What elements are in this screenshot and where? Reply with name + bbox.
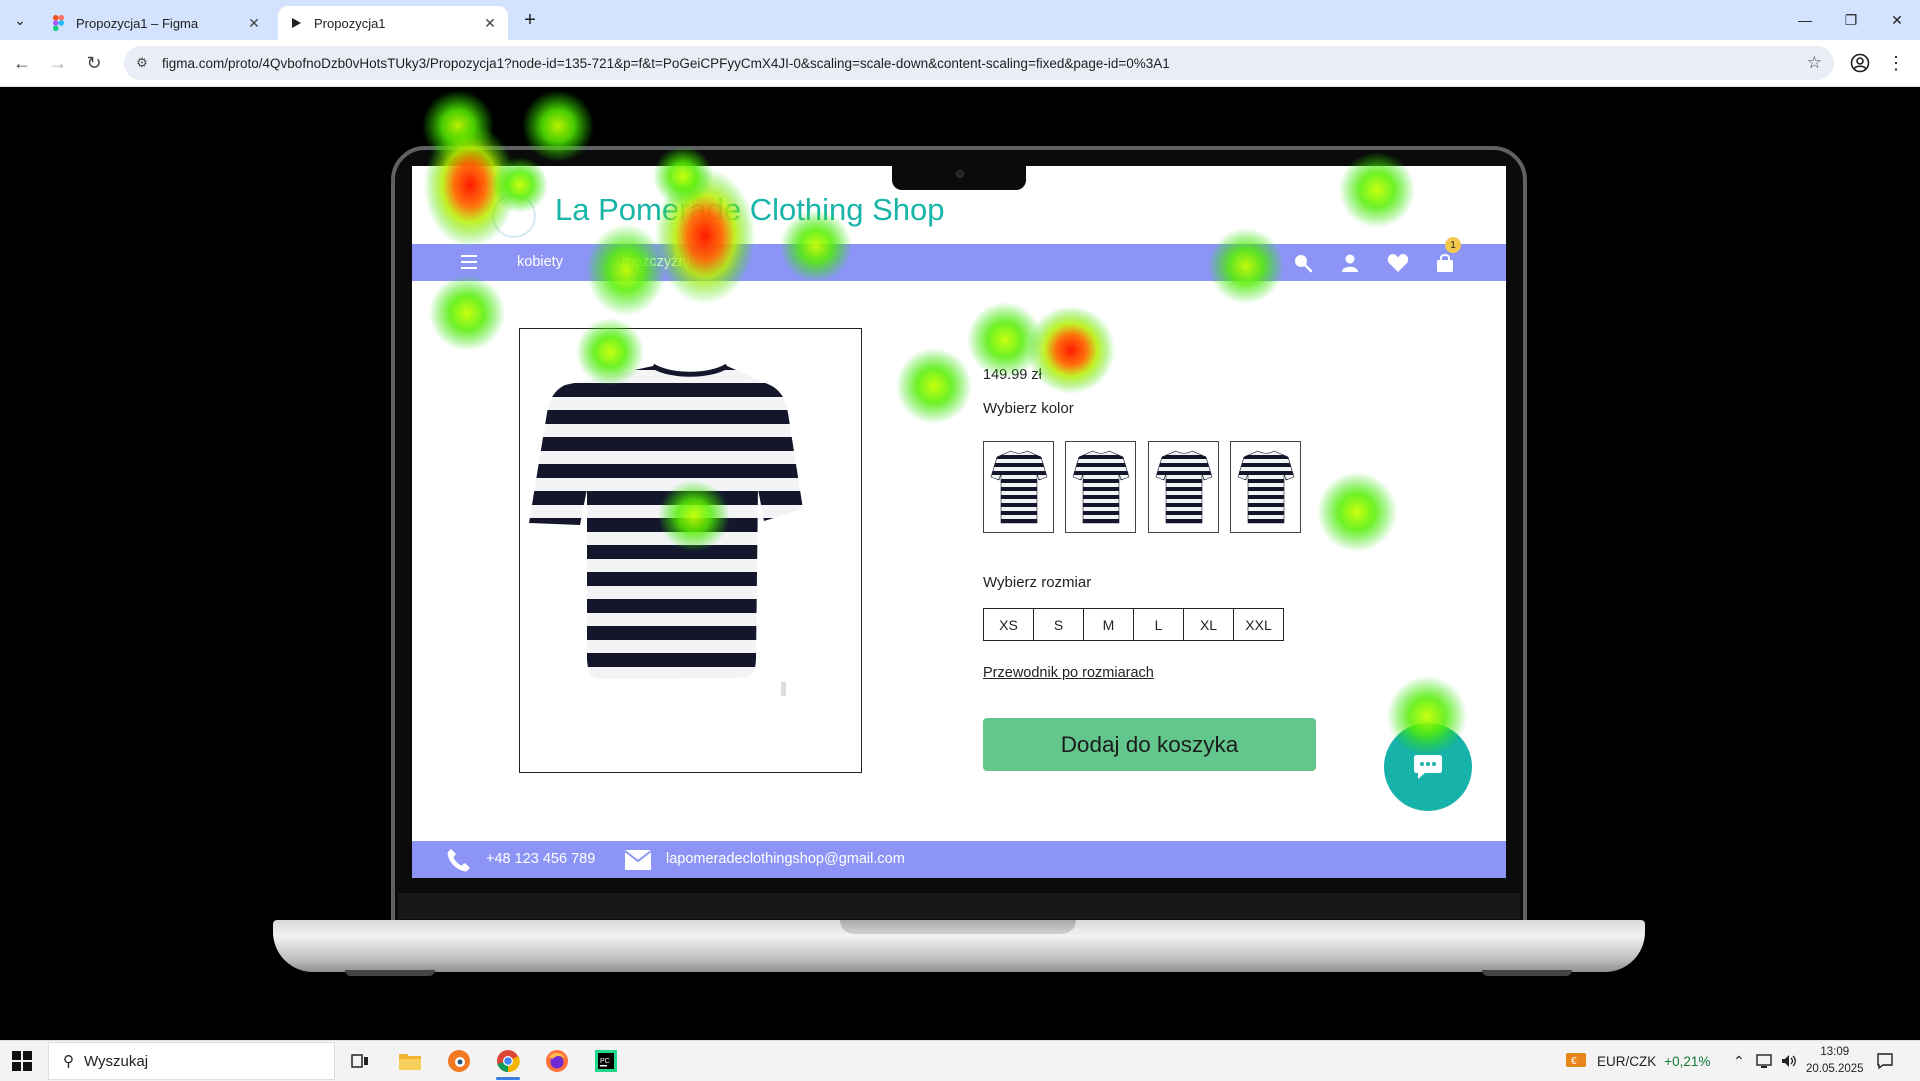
chrome-icon[interactable] (492, 1047, 524, 1080)
tab-title: Propozycja1 – Figma (76, 15, 199, 31)
footer-email[interactable]: lapomeradeclothingshop@gmail.com (666, 851, 905, 867)
brand-logo[interactable] (492, 194, 536, 238)
back-button[interactable]: ← (8, 49, 36, 77)
size-option-s[interactable]: S (1033, 608, 1084, 641)
color-swatch[interactable] (1230, 441, 1301, 533)
site-footer: +48 123 456 789 lapomeradeclothingshop@g… (412, 841, 1506, 878)
minimize-button[interactable]: — (1782, 0, 1828, 40)
reload-button[interactable]: ↻ (80, 49, 108, 77)
figma-icon (50, 15, 66, 31)
firefox-icon[interactable] (541, 1047, 573, 1075)
user-icon[interactable] (1339, 252, 1361, 274)
currency-pair: EUR/CZK (1597, 1053, 1657, 1069)
laptop-groove (840, 920, 1076, 934)
color-swatch[interactable] (983, 441, 1054, 533)
chat-bubble-icon (1414, 755, 1442, 779)
new-tab-button[interactable]: + (518, 8, 542, 32)
color-swatch[interactable] (1148, 441, 1219, 533)
footer-phone: +48 123 456 789 (486, 851, 596, 867)
site-info-icon[interactable]: ⚙ (132, 55, 152, 71)
size-option-l[interactable]: L (1133, 608, 1184, 641)
phone-icon (446, 847, 472, 878)
shopping-bag-icon[interactable] (1434, 252, 1456, 274)
camera-icon (956, 170, 964, 178)
browser-toolbar: ← → ↻ ⚙ figma.com/proto/4QvbofnoDzb0vHot… (0, 40, 1920, 87)
menu-icon[interactable]: ⋮ (1884, 51, 1908, 75)
heart-icon[interactable] (1387, 252, 1409, 274)
close-window-button[interactable]: ✕ (1874, 0, 1920, 40)
blender-icon[interactable] (443, 1047, 475, 1075)
tab-figma[interactable]: Propozycja1 – Figma ✕ (40, 6, 272, 40)
laptop-foot (345, 970, 435, 976)
taskbar-search-placeholder: Wyszukaj (84, 1052, 149, 1070)
clock-time: 13:09 (1820, 1046, 1850, 1058)
windows-start-icon[interactable] (12, 1051, 32, 1071)
profile-icon[interactable] (1848, 51, 1872, 75)
laptop-foot (1482, 970, 1572, 976)
search-icon: ⚲ (63, 1053, 74, 1070)
currency-icon: € (1565, 1051, 1587, 1072)
product-price: 149.99 zł (983, 367, 1042, 383)
close-icon[interactable]: ✕ (480, 13, 500, 33)
mail-icon (624, 847, 652, 878)
tab-prototype[interactable]: Propozycja1 ✕ (278, 6, 508, 40)
nav-link-men[interactable]: mężczyźni (622, 254, 690, 270)
size-label: Wybierz rozmiar (983, 574, 1092, 591)
size-option-xl[interactable]: XL (1183, 608, 1234, 641)
search-icon[interactable] (1292, 252, 1314, 274)
size-guide-link[interactable]: Przewodnik po rozmiarach (983, 665, 1154, 681)
currency-change: +0,21% (1664, 1053, 1711, 1069)
pycharm-icon[interactable]: PC (590, 1047, 622, 1075)
cart-count-badge: 1 (1445, 237, 1461, 253)
play-icon (288, 15, 304, 31)
product-image (519, 328, 862, 773)
currency-widget[interactable]: € EUR/CZK +0,21% (1565, 1041, 1710, 1081)
hamburger-menu-icon[interactable] (461, 255, 477, 269)
size-option-xs[interactable]: XS (983, 608, 1034, 641)
task-view-icon[interactable] (344, 1047, 376, 1075)
tab-search-button[interactable]: ⌄ (8, 8, 32, 32)
network-icon[interactable] (1756, 1041, 1774, 1081)
tab-title: Propozycja1 (314, 15, 386, 31)
forward-button[interactable]: → (44, 49, 72, 77)
file-explorer-icon[interactable] (394, 1047, 426, 1075)
color-swatch[interactable] (1065, 441, 1136, 533)
size-option-xxl[interactable]: XXL (1233, 608, 1284, 641)
restore-button[interactable]: ❐ (1828, 0, 1874, 40)
bookmark-star-icon[interactable]: ☆ (1807, 53, 1822, 73)
svg-text:PC: PC (600, 1058, 610, 1065)
website-screen: La Pomerade Clothing Shop kobiety mężczy… (412, 166, 1506, 878)
taskbar-clock[interactable]: 13:09 20.05.2025 (1806, 1044, 1864, 1078)
brand-title[interactable]: La Pomerade Clothing Shop (555, 192, 944, 228)
close-icon[interactable]: ✕ (244, 13, 264, 33)
notifications-icon[interactable] (1876, 1041, 1894, 1081)
address-bar[interactable]: ⚙ figma.com/proto/4QvbofnoDzb0vHotsTUky3… (124, 46, 1834, 80)
size-option-m[interactable]: M (1083, 608, 1134, 641)
site-nav-bar: kobiety mężczyźni (412, 244, 1506, 281)
clock-date: 20.05.2025 (1806, 1063, 1864, 1075)
color-label: Wybierz kolor (983, 400, 1074, 417)
windows-taskbar: ⚲ Wyszukaj PC € EUR/CZK +0,21% ⌃ 13:09 2… (0, 1040, 1920, 1081)
volume-icon[interactable] (1780, 1041, 1798, 1081)
tray-chevron-icon[interactable]: ⌃ (1733, 1041, 1745, 1081)
svg-text:€: € (1571, 1056, 1577, 1067)
chat-button[interactable] (1384, 723, 1472, 811)
laptop-bottom-band (398, 893, 1520, 919)
url-text: figma.com/proto/4QvbofnoDzb0vHotsTUky3/P… (162, 55, 1170, 71)
nav-link-women[interactable]: kobiety (517, 254, 563, 270)
browser-tab-bar: ⌄ Propozycja1 – Figma ✕ Propozycja1 ✕ + … (0, 0, 1920, 40)
taskbar-search[interactable]: ⚲ Wyszukaj (48, 1042, 335, 1080)
add-to-cart-button[interactable]: Dodaj do koszyka (983, 718, 1316, 771)
size-selector: XS S M L XL XXL (983, 608, 1284, 641)
